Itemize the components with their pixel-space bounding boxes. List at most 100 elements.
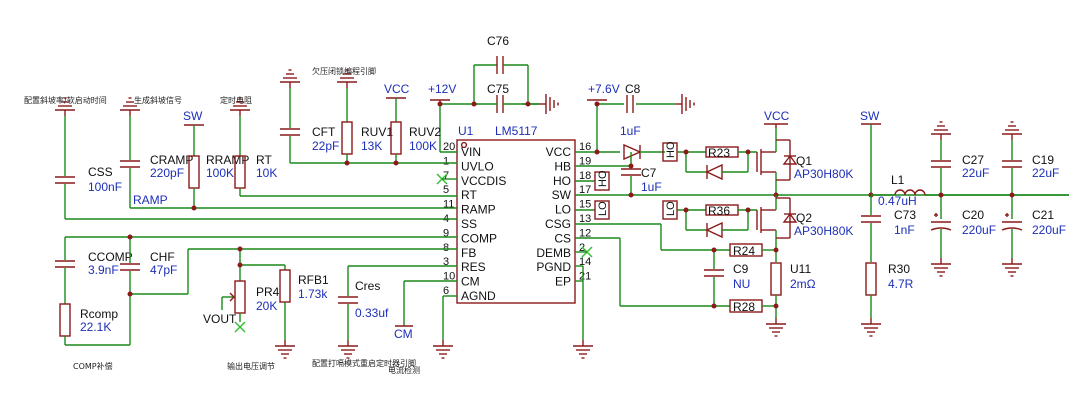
c7-ref: C7 [641,166,657,180]
ruv2-value: 100K [409,139,437,153]
r28-ref: R28 [733,300,755,314]
ic-pin-name: RAMP [461,203,496,217]
rramp-ref: RRAMP [206,153,249,167]
ruv1-ref: RUV1 [361,125,393,139]
ic-pin-num: 15 [579,199,591,211]
pr4-ref: PR4 [256,285,280,299]
bootstrap-network: +7.6V C8 1uF C7 1uF HO LO [575,82,1069,220]
r23-ref: R23 [708,146,730,160]
ic-pin-num: 5 [443,184,449,196]
css-ref: CSS [88,165,113,179]
cft-value: 22pF [312,139,339,153]
c27-value: 22uF [962,166,989,180]
ic-pin-num: 6 [443,285,449,297]
net-lo-pin: LO [597,201,609,216]
ic-part: LM5117 [495,124,538,138]
fb-network: VOUT PR4 20K 输出电压调节 RFB1 1.73k [203,246,329,371]
ccomp-ref: CCOMP [88,250,133,264]
c8-value: 1uF [620,124,641,138]
q2-part: AP30H80K [794,224,853,238]
c27-ref: C27 [962,153,984,167]
ic-pin-num: 16 [579,141,591,153]
q1-ref: Q1 [796,154,812,168]
r30-ref: R30 [888,262,910,276]
net-ho-pin: HO [597,170,609,187]
net-vcc-uvlo: VCC [384,82,410,96]
ic-pin-num: 18 [579,170,591,182]
ic-pin-name: VCC [546,145,572,159]
output-stage: SW L1 0.47uH C73 1nF R30 4.7R C27 22uF C… [860,109,1069,337]
ic-left-pins: 20VIN1UVLO7VCCDIS5RT11RAMP4SS9COMP8FB3RE… [443,141,506,303]
cft-ref: CFT [312,125,336,139]
input-rail: +12V C76 C75 [428,34,559,153]
anno-ramp-rate: 配置斜坡率/软启动时间 [24,95,107,105]
c7-value: 1uF [641,180,662,194]
ruv1-value: 13K [361,139,382,153]
c21-value: 220uF [1032,223,1066,237]
net-ramp: RAMP [133,193,168,207]
ic-pin-name: CM [461,275,480,289]
css-value: 100nF [88,180,122,194]
chf-value: 47pF [150,263,177,277]
ic-pin-name: COMP [461,231,497,245]
res-cm-network: Cres 0.33uf CM 配置打嗝模式重启定时器引脚 电流检测 [312,265,457,375]
ic-pin-name: CS [554,231,571,245]
rt-ref: RT [256,153,272,167]
anno-current: 电流检测 [388,365,420,375]
l1-value: 0.47uH [878,194,917,208]
ic-pin-name: SW [552,188,572,202]
ic-pin-name: VIN [461,145,481,159]
ic-pin-num: 8 [443,242,449,254]
q2-gate: LO R36 [662,200,757,239]
cramp-ref: CRAMP [150,153,193,167]
rcomp-ref: Rcomp [80,307,118,321]
ic-pin-name: PGND [536,260,571,274]
c20-value: 220uF [962,223,996,237]
uvlo-network: CFT 22pF RUV1 13K VCC RUV2 100K 欠压闭锁编程引脚 [279,66,457,166]
net-sw-ramp: SW [183,109,203,123]
ic-pin-name: CSG [545,217,571,231]
net-ho-gate: HO [665,141,677,158]
net-12v: +12V [428,82,456,96]
anno-comp: COMP补偿 [73,361,113,371]
c19-ref: C19 [1032,153,1054,167]
rcomp-value: 22.1K [80,320,111,334]
ic-pin-name: UVLO [461,159,494,173]
q2-mosfet: Q2 AP30H80K [756,195,853,250]
net-sw-out: SW [860,109,880,123]
cres-ref: Cres [355,279,380,293]
ic-pin-name: RES [461,260,486,274]
ic-pin-name: EP [555,275,571,289]
c8-ref: C8 [625,82,641,96]
r36-ref: R36 [708,204,730,218]
net-vcc-q1: VCC [764,109,790,123]
schematic-canvas: U1 LM5117 20VIN1UVLO7VCCDIS5RT11RAMP4SS9… [24,34,1069,375]
ic-pin-name: VCCDIS [461,174,506,188]
ic-pin-num: 20 [443,141,455,153]
ruv2-ref: RUV2 [409,125,441,139]
ic-pin-name: DEMB [536,246,571,260]
c73-ref: C73 [894,208,916,222]
q1-gate: HO R23 [662,141,757,181]
net-76v: +7.6V [588,82,620,96]
ic-pin-name: AGND [461,289,496,303]
ccomp-value: 3.9nF [88,263,119,277]
ic-pin-num: 1 [443,155,449,167]
r24-ref: R24 [733,244,755,258]
ic-pin-num: 11 [443,199,454,211]
c19-value: 22uF [1032,166,1059,180]
ic-pin-name: HO [553,174,571,188]
c9-ref: C9 [733,262,749,276]
anno-ramp-signal: 生成斜坡信号 [134,95,182,105]
ic-pin-name: RT [461,188,477,202]
u11-value: 2mΩ [790,277,816,291]
ramp-ss-network: CSS 100nF 配置斜坡率/软启动时间 CRAMP 220pF RAMP 生… [24,95,457,220]
c73-value: 1nF [894,223,915,237]
c75-ref: C75 [487,82,509,96]
ic-u1: U1 LM5117 20VIN1UVLO7VCCDIS5RT11RAMP4SS9… [443,124,591,304]
cramp-value: 220pF [150,166,184,180]
q2-ref: Q2 [796,211,812,225]
anno-uvlo: 欠压闭锁编程引脚 [312,66,376,76]
ic-pin-name: LO [555,203,571,217]
rramp-value: 100K [206,166,234,180]
